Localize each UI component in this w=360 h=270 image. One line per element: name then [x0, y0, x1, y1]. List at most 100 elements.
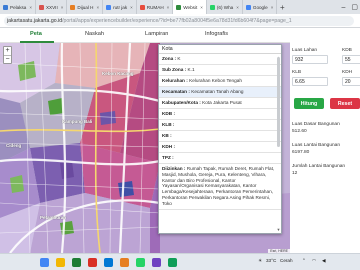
scroll-down-icon[interactable]: ▼ — [276, 227, 281, 232]
wifi-icon[interactable]: ◠ — [312, 258, 316, 264]
popup-row: Zona : K — [159, 54, 281, 65]
minimize-icon[interactable]: – — [341, 4, 345, 11]
close-tab-icon[interactable]: × — [271, 5, 274, 10]
tab-favicon-icon — [139, 4, 145, 10]
popup-key: Kecamatan : — [162, 89, 190, 94]
popup-value: Kota Jakarta Pusat — [202, 100, 242, 105]
tab-naskah[interactable]: Naskah — [85, 31, 104, 37]
feature-popup[interactable]: Kota Zona : K Sub Zona : K.1 Kelurahan : K… — [158, 44, 282, 234]
kdb-label: KDB — [342, 48, 352, 53]
popup-key: Kabupaten/Kota : — [162, 100, 201, 105]
browser-tab[interactable]: Websit × — [173, 0, 207, 14]
popup-row: TPZ : — [159, 153, 281, 164]
browser-tab[interactable]: (6) Wha × — [207, 0, 243, 14]
taskbar-app-icon[interactable] — [88, 258, 97, 267]
close-tab-icon[interactable]: × — [61, 5, 64, 10]
taskbar-app-icon[interactable] — [40, 258, 49, 267]
popup-row: Kelurahan : Kelurahan Kebon Tengah — [159, 76, 281, 87]
url-host: jakartasatu.jakarta.go.id — [7, 18, 63, 24]
taskbar-app-icon[interactable] — [56, 258, 65, 267]
tab-label: Dijual H — [77, 4, 94, 10]
popup-key: Zona : — [162, 56, 177, 61]
close-tab-icon[interactable]: × — [130, 5, 133, 10]
popup-row: Kabupaten/Kota : Kota Jakarta Pusat — [159, 98, 281, 109]
popup-key: Diizinkan : — [162, 166, 186, 171]
taskbar-app-icon[interactable] — [104, 258, 113, 267]
close-tab-icon[interactable]: × — [29, 5, 32, 10]
taskbar-app-icon[interactable] — [168, 258, 177, 267]
volume-icon[interactable]: ◀ — [322, 258, 326, 264]
zoom-in-button[interactable]: + — [4, 47, 11, 56]
tab-label: rutr jak — [113, 4, 128, 10]
luas-lahan-input[interactable]: 932 — [292, 55, 328, 64]
tab-label: RUMAH — [146, 4, 164, 10]
browser-tab-strip: Pelaksa × XXVII × Dijual H × rutr jak × RUMAH × We… — [0, 0, 360, 14]
popup-row: KB : — [159, 131, 281, 142]
zoom-control: + − — [3, 46, 12, 64]
popup-value: K.1 — [187, 67, 195, 72]
tab-lampiran[interactable]: Lampiran — [145, 31, 168, 37]
popup-key: TPZ : — [162, 155, 174, 160]
new-tab-button[interactable]: + — [277, 0, 287, 14]
jumlah-lantai-label: Jumlah Lantai Bangunan — [292, 164, 346, 169]
popup-attributes: Zona : K Sub Zona : K.1 Kelurahan : Kelura… — [159, 54, 281, 164]
map-label-petamburan: Petamburan — [40, 215, 67, 220]
calculator-panel: Luas Lahan 932 KDB 55 KLB 6.65 KDH 20 Hi… — [290, 28, 360, 253]
popup-row-diizinkan: Diizinkan : Rumah Tapak, Rumah Deret, Ru… — [159, 164, 281, 210]
close-tab-icon[interactable]: × — [236, 5, 239, 10]
browser-tab[interactable]: rutr jak × — [103, 0, 137, 14]
tab-favicon-icon — [106, 4, 112, 10]
taskbar-app-icon[interactable] — [120, 258, 129, 267]
popup-row: Kecamatan : Kecamatan Tanah Abang — [159, 87, 281, 98]
tab-favicon-icon — [209, 4, 215, 10]
popup-value: Kecamatan Tanah Abang — [191, 89, 244, 94]
close-tab-icon[interactable]: × — [96, 5, 99, 10]
tab-favicon-icon — [38, 4, 44, 10]
tab-label: Google — [252, 4, 268, 10]
tab-label: Websit — [183, 4, 198, 10]
kdh-label: KDH — [342, 70, 353, 75]
luas-dasar-value: 512.60 — [292, 129, 307, 134]
luas-dasar-label: Luas Dasar Bangunan — [292, 122, 340, 127]
taskbar-app-icon[interactable] — [136, 258, 145, 267]
klb-input[interactable]: 6.65 — [292, 77, 328, 86]
popup-value: Kelurahan Kebon Tengah — [189, 78, 242, 83]
taskbar-app-icon[interactable] — [72, 258, 81, 267]
tab-label: XXVII — [45, 4, 58, 10]
kdb-input[interactable]: 55 — [342, 55, 360, 64]
browser-tab[interactable]: Google × — [243, 0, 278, 14]
hitung-button[interactable]: Hitung — [294, 98, 324, 109]
luas-lantai-label: Luas Lantai Bangunan — [292, 143, 341, 148]
url-path: /portal/apps/experiencebuilder/experienc… — [62, 18, 292, 24]
tab-peta[interactable]: Peta — [30, 31, 42, 37]
window-controls: – ▢ — [341, 0, 358, 14]
browser-tab[interactable]: Dijual H × — [67, 0, 104, 14]
reset-button[interactable]: Reset — [330, 98, 360, 109]
browser-tab[interactable]: Pelaksa × — [0, 0, 36, 14]
taskbar-app-icon[interactable] — [152, 258, 161, 267]
kdh-input[interactable]: 20 — [342, 77, 360, 86]
popup-row: Sub Zona : K.1 — [159, 65, 281, 76]
close-tab-icon[interactable]: × — [200, 5, 203, 10]
tab-label: (6) Wha — [216, 4, 234, 10]
browser-tab[interactable]: XXVII × — [36, 0, 68, 14]
os-taskbar: ☀ 33°C Cerah ⌃ ◠ ◀ — [0, 253, 360, 270]
popup-title: Kota — [159, 45, 281, 54]
popup-key: KDH : — [162, 144, 176, 149]
popup-key: KLB : — [162, 122, 175, 127]
browser-tab[interactable]: RUMAH × — [137, 0, 174, 14]
tab-infografis[interactable]: Infografis — [205, 31, 228, 37]
klb-label: KLB — [292, 70, 302, 75]
popup-scrollbar[interactable] — [277, 57, 280, 147]
url-input[interactable]: jakartasatu.jakarta.go.id/portal/apps/ex… — [4, 16, 354, 26]
tray-chevron-icon[interactable]: ⌃ — [302, 258, 306, 264]
popup-key: KB : — [162, 133, 172, 138]
tab-favicon-icon — [3, 4, 8, 10]
popup-value: K — [177, 56, 181, 61]
popup-key: Sub Zona : — [162, 67, 187, 72]
zoom-out-button[interactable]: − — [4, 56, 11, 64]
maximize-icon[interactable]: ▢ — [351, 3, 358, 11]
weather-status: Cerah — [280, 258, 293, 263]
luas-lantai-value: 6197.80 — [292, 150, 310, 155]
close-tab-icon[interactable]: × — [167, 5, 170, 10]
